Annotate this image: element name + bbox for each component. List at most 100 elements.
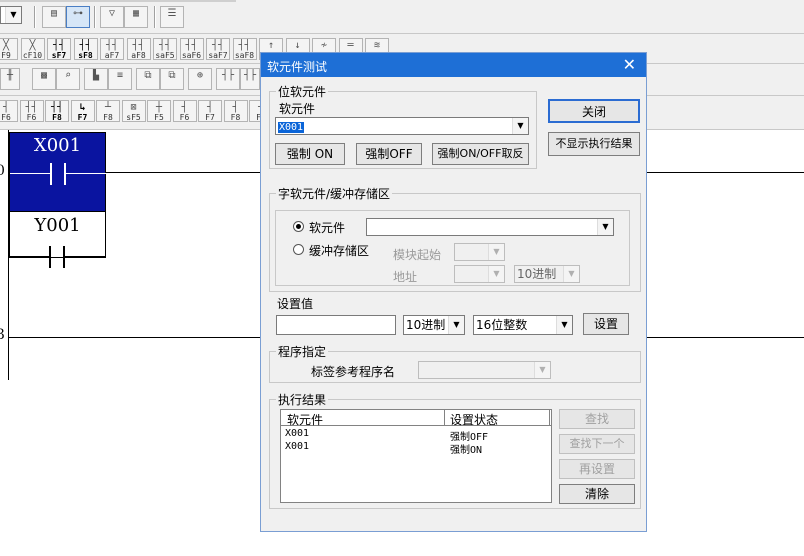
toolbar-button[interactable]: ┤┤ saF7	[206, 38, 230, 60]
force-on-button[interactable]: 强制 ON	[275, 143, 345, 165]
toolbar-button[interactable]: ┤┤ sF8	[73, 38, 98, 60]
set-type-combo[interactable]: 16位整数 ▼	[473, 315, 573, 335]
ladder-icon[interactable]: ╫	[0, 68, 20, 90]
contact-icon[interactable]: ┤├	[216, 68, 240, 90]
toolbar-button[interactable]: ┤┤ F6	[19, 100, 44, 122]
ladder-symbol-icon: ┼	[155, 102, 163, 113]
toolbar-button[interactable]: ┤┤ sF7	[47, 38, 71, 60]
toolbar-button[interactable]: ╳ F9	[0, 38, 18, 60]
chevron-down-icon[interactable]: ▼	[556, 316, 572, 334]
header-divider	[549, 410, 550, 426]
force-toggle-button[interactable]: 强制ON/OFF取反	[432, 143, 529, 165]
toolbar-dropdown[interactable]: ▼	[0, 6, 22, 24]
toolbar-button[interactable]: ┼ F5	[147, 100, 171, 122]
zoom-icon[interactable]: ⊕	[188, 68, 212, 90]
toolbar-button[interactable]: ┤┤ saF6	[179, 38, 204, 60]
bit-device-combo[interactable]: X001 ▼	[275, 117, 529, 135]
ladder-symbol-icon: ┤┤	[185, 40, 198, 51]
address-radix-value: 10进制	[517, 267, 557, 281]
table-row[interactable]: X001 强制OFF	[281, 428, 551, 443]
branch-connector	[105, 212, 106, 257]
table-row[interactable]: X001 强制ON	[281, 441, 551, 456]
contact-right-wire	[66, 173, 106, 174]
contact-bar	[50, 163, 52, 185]
chevron-down-icon[interactable]: ▼	[597, 219, 613, 235]
grid-icon[interactable]: ▩	[32, 68, 56, 90]
hide-result-button[interactable]: 不显示执行结果	[548, 132, 640, 156]
toolbar-button[interactable]: ┤ F7	[198, 100, 222, 122]
toolbar-button[interactable]: ┤ F8	[223, 100, 248, 122]
close-icon[interactable]: ✕	[623, 55, 636, 74]
copy-icon[interactable]: ⧉	[136, 68, 160, 90]
ladder-symbol-icon: ═	[347, 40, 354, 51]
toolbar-button[interactable]: ┤ F6	[172, 100, 197, 122]
clear-button[interactable]: 清除	[559, 484, 635, 504]
filter-icon[interactable]: ▽	[100, 6, 124, 28]
ladder-symbol-icon: ┤┤	[50, 102, 64, 113]
toolbar-button-label: F7	[77, 113, 88, 122]
toolbar-button[interactable]: ┤┤ saF5	[153, 38, 177, 60]
device-test-dialog: 软元件测试 ✕ 位软元件 软元件 X001 ▼ 强制 ON 强制OFF 强制ON…	[260, 52, 647, 532]
toolbar-button[interactable]: ┤┤ F8	[45, 100, 69, 122]
result-group-title: 执行结果	[278, 393, 327, 407]
contact-bar	[49, 246, 51, 268]
ladder-symbol-icon: ┤┤	[132, 40, 145, 51]
ladder-symbol-icon: ┤┤	[25, 102, 38, 113]
branch-wire	[9, 256, 49, 257]
set-value-input[interactable]	[276, 315, 396, 335]
bit-device-label: 软元件	[279, 102, 316, 116]
radio-buffer[interactable]	[293, 244, 304, 255]
chevron-down-icon: ▼	[488, 266, 504, 282]
force-off-button[interactable]: 强制OFF	[356, 143, 422, 165]
result-table[interactable]: 软元件 设置状态 X001 强制OFF X001 强制ON	[280, 409, 552, 503]
module-start-label: 模块起始	[393, 248, 442, 262]
paste-icon[interactable]: ⧉	[160, 68, 184, 90]
chevron-down-icon[interactable]: ▼	[448, 316, 464, 334]
ladder-cell-selected[interactable]: X001	[9, 132, 106, 212]
contact-label: X001	[33, 135, 82, 156]
toolbar-button-label: aF7	[104, 51, 120, 60]
toolbar-button[interactable]: ⊠ sF5	[121, 100, 146, 122]
step-number: 3	[0, 327, 5, 343]
monitor-icon[interactable]: ▦	[124, 6, 148, 28]
toolbar-button-label: sF8	[78, 51, 93, 60]
set-radix-combo[interactable]: 10进制 ▼	[403, 315, 465, 335]
tree-view-icon[interactable]: ⊶	[66, 6, 90, 28]
result-header-state[interactable]: 设置状态	[450, 411, 498, 428]
radio-device[interactable]	[293, 221, 304, 232]
word-device-combo[interactable]: ▼	[366, 218, 614, 236]
toolbar-button[interactable]: ┤┤ aF8	[126, 38, 151, 60]
ladder-symbol-icon: ╳	[29, 40, 36, 51]
toolbar-separator	[94, 6, 96, 28]
toolbar-button-label: aF8	[131, 51, 146, 60]
toolbar-button[interactable]: ╳ cF10	[20, 38, 45, 60]
ladder-cell[interactable]: Y001	[9, 212, 106, 258]
search-icon[interactable]: ⌕	[56, 68, 80, 90]
toolbar-button[interactable]: ↳ F7	[70, 100, 95, 122]
dialog-title-bar[interactable]: 软元件测试 ✕	[261, 53, 646, 77]
toolbar-button[interactable]: ┤ F6	[0, 100, 18, 122]
header-divider	[444, 410, 445, 426]
ladder-symbol-icon: ↑	[267, 40, 275, 51]
reset-button[interactable]: 再设置	[559, 459, 635, 479]
find-next-button[interactable]: 查找下一个	[559, 434, 635, 454]
toolbar-button[interactable]: ┤┤ aF7	[100, 38, 124, 60]
find-button[interactable]: 查找	[559, 409, 635, 429]
list-icon[interactable]: ☰	[160, 6, 184, 28]
chevron-down-icon[interactable]: ▼	[512, 118, 528, 134]
document-icon[interactable]: ▤	[42, 6, 66, 28]
toolbar-separator	[154, 6, 156, 28]
align-icon[interactable]: ≡	[108, 68, 132, 90]
chevron-down-icon: ▼	[563, 266, 579, 282]
chevron-down-icon: ▼	[5, 7, 21, 23]
result-header-device[interactable]: 软元件	[287, 411, 323, 428]
result-table-header: 软元件 设置状态	[281, 410, 551, 428]
step-icon[interactable]: ▙	[84, 68, 108, 90]
set-button[interactable]: 设置	[583, 313, 629, 335]
contact-bar	[64, 163, 66, 185]
close-button[interactable]: 关闭	[548, 99, 640, 123]
toolbar-button[interactable]: ┤┤ saF8	[232, 38, 257, 60]
toolbar-button[interactable]: ┴ F8	[96, 100, 120, 122]
toolbar-separator	[34, 6, 36, 28]
contact-group-icon[interactable]: ┤├	[240, 68, 260, 90]
